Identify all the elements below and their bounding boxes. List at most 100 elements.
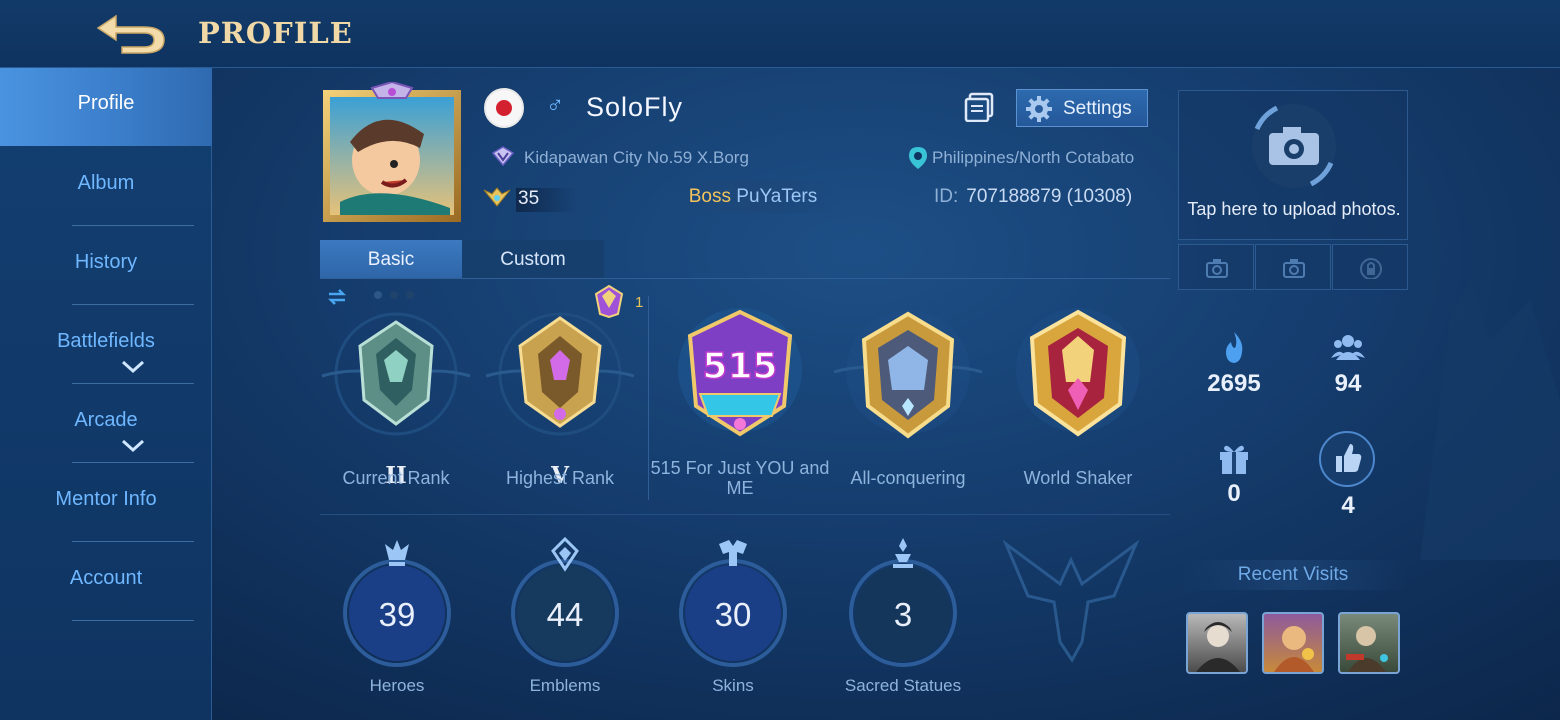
sidebar-item-arcade[interactable]: Arcade — [0, 385, 212, 463]
squad-prefix: Boss — [688, 186, 731, 207]
heroes-stat[interactable]: 39 Heroes — [322, 536, 472, 706]
sidebar-item-battlefields[interactable]: Battlefields — [0, 306, 212, 384]
rank-emblem-icon — [485, 312, 635, 436]
sidebar-item-mentor-info[interactable]: Mentor Info — [0, 464, 212, 542]
visitor-avatar-image — [1346, 626, 1388, 672]
sidebar-item-label: Account — [69, 567, 143, 589]
divider — [72, 383, 194, 384]
gender-icon: ♂ — [546, 92, 564, 119]
id-value: 707188879 (10308) — [966, 186, 1133, 207]
highest-rank-count: 1 — [635, 294, 644, 311]
sidebar-item-album[interactable]: Album — [0, 148, 212, 226]
sidebar-item-label: Arcade — [74, 409, 138, 431]
squad-name[interactable]: Boss PuYaTers — [664, 181, 842, 213]
gifts-value: 0 — [1227, 480, 1241, 507]
settings-label: Settings — [1063, 98, 1132, 119]
avatar[interactable] — [320, 80, 464, 224]
id-label: ID: — [934, 186, 959, 207]
divider — [320, 514, 1170, 515]
photo-slot[interactable] — [1178, 244, 1254, 290]
chevron-down-icon — [121, 360, 145, 374]
region-text: Philippines/North Cotabato — [932, 148, 1135, 167]
recent-visitor-avatar[interactable] — [1338, 612, 1400, 674]
recent-visitor-avatar[interactable] — [1186, 612, 1248, 674]
divider — [648, 296, 649, 500]
squad-team: PuYaTers — [736, 186, 818, 207]
heroes-icon — [385, 540, 409, 566]
all-conquering-badge[interactable]: All-conquering — [828, 306, 988, 506]
sidebar-item-account[interactable]: Account — [0, 543, 212, 621]
photo-slot[interactable] — [1255, 244, 1331, 290]
gifts-stat[interactable]: 0 — [1184, 440, 1284, 520]
popularity-stat[interactable]: 2695 — [1184, 330, 1284, 410]
photo-slot-locked[interactable] — [1332, 244, 1408, 290]
upload-photo-button[interactable]: Tap here to upload photos. — [1178, 90, 1408, 240]
likes-stat[interactable]: 4 — [1298, 430, 1398, 519]
achievement-515-badge[interactable]: 515 515 For Just YOU and ME — [651, 306, 829, 506]
highest-rank-badge[interactable]: V Highest Rank — [480, 310, 640, 510]
player-level: 35 — [516, 188, 576, 212]
divider — [72, 541, 194, 542]
achievement-515-icon: 515 — [678, 308, 802, 437]
badge-label: All-conquering — [850, 468, 966, 488]
statue-icon — [893, 538, 913, 568]
current-rank-badge[interactable]: II Current Rank — [316, 310, 476, 510]
badge-label: 515 For Just YOU and ME — [650, 458, 830, 498]
likes-value: 4 — [1341, 492, 1355, 519]
stat-value: 44 — [546, 596, 584, 633]
settings-button[interactable]: Settings — [1016, 89, 1148, 127]
country-flag-icon — [484, 88, 524, 128]
tab-basic[interactable]: Basic — [320, 240, 462, 278]
divider — [72, 620, 194, 621]
world-shaker-icon — [1016, 308, 1140, 437]
sacred-statues-stat[interactable]: 3 Sacred Statues — [828, 536, 978, 706]
skins-stat[interactable]: 30 Skins — [658, 536, 808, 706]
emblems-stat[interactable]: 44 Emblems — [490, 536, 640, 706]
camera-icon — [1252, 104, 1336, 188]
back-button[interactable] — [92, 10, 168, 56]
popularity-value: 2695 — [1207, 370, 1261, 397]
squad-emblem-icon — [492, 146, 514, 166]
sidebar-item-profile[interactable]: Profile — [0, 68, 212, 146]
followers-value: 94 — [1334, 370, 1362, 397]
divider — [72, 462, 194, 463]
tab-custom[interactable]: Custom — [462, 240, 604, 278]
top-bar: PROFILE — [0, 0, 1560, 68]
camera-small-icon — [1283, 259, 1305, 278]
location-text: Kidapawan City No.59 X.Borg — [524, 148, 749, 167]
stat-value: 30 — [714, 596, 752, 633]
followers-stat[interactable]: 94 — [1298, 330, 1398, 410]
page-title: PROFILE — [198, 16, 353, 50]
album-book-icon[interactable] — [964, 92, 996, 122]
sidebar-item-label: Battlefields — [57, 330, 155, 352]
stat-label: Skins — [712, 676, 754, 695]
upload-photo-text: Tap here to upload photos. — [1187, 199, 1401, 219]
stat-value: 3 — [893, 596, 913, 633]
emblem-text: 515 — [702, 346, 777, 387]
visitor-avatar-image — [1274, 626, 1314, 672]
all-conquering-icon — [833, 310, 983, 439]
followers-icon — [1331, 335, 1365, 360]
badge-label: World Shaker — [1023, 468, 1133, 488]
badge-label: Highest Rank — [505, 468, 615, 488]
divider — [320, 278, 1170, 279]
lock-icon — [1360, 258, 1382, 279]
emblems-icon — [551, 536, 579, 572]
thumbs-up-icon[interactable] — [1318, 430, 1376, 488]
camera-small-icon — [1206, 259, 1228, 278]
badge-label: Current Rank — [342, 468, 450, 488]
gift-icon — [1220, 445, 1248, 474]
sidebar-item-label: Profile — [77, 92, 135, 114]
sidebar: Profile Album History Battlefields Arcad… — [0, 68, 212, 720]
flame-icon — [1226, 332, 1243, 363]
locked-wings-emblem-icon — [1002, 539, 1140, 663]
sidebar-item-history[interactable]: History — [0, 227, 212, 305]
gear-icon — [1026, 96, 1052, 122]
username: SoloFly — [586, 92, 684, 122]
skins-icon — [719, 540, 747, 566]
swap-icon[interactable] — [326, 288, 348, 306]
background-rock-art — [1420, 280, 1560, 560]
sidebar-item-label: History — [74, 251, 138, 273]
recent-visitor-avatar[interactable] — [1262, 612, 1324, 674]
world-shaker-badge[interactable]: World Shaker — [998, 306, 1158, 506]
